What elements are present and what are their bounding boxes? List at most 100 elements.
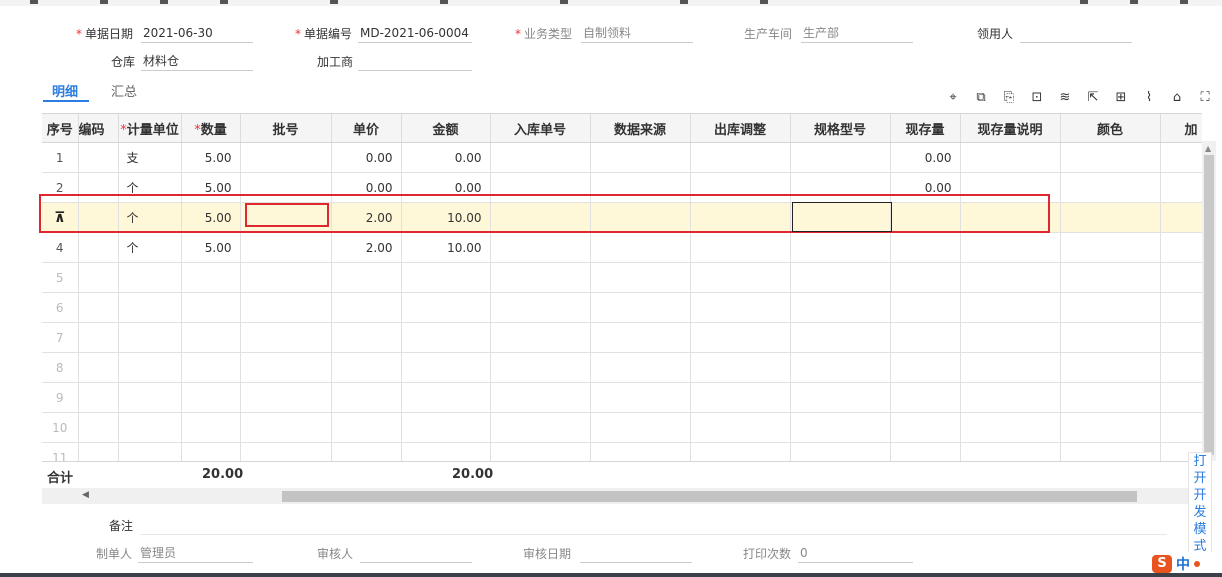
grid-cell[interactable] <box>590 232 691 263</box>
cell-price[interactable] <box>331 292 402 323</box>
column-header[interactable]: *数量 <box>181 114 241 143</box>
column-header[interactable]: 数据来源 <box>590 114 691 143</box>
grid-cell[interactable] <box>490 382 591 413</box>
cell-price[interactable] <box>331 262 402 293</box>
grid-cell[interactable] <box>78 262 119 293</box>
cell-qty[interactable]: 5.00 <box>181 232 241 263</box>
table-row[interactable]: 5 <box>42 262 1202 293</box>
grid-cell[interactable] <box>1060 412 1161 443</box>
grid-cell[interactable] <box>78 142 119 173</box>
grid-cell[interactable] <box>1060 292 1161 323</box>
grid-cell[interactable] <box>590 412 691 443</box>
row-index[interactable]: 5 <box>42 262 79 293</box>
grid-cell[interactable] <box>690 322 791 353</box>
cell-unit[interactable]: 个 <box>118 232 182 263</box>
cell-qty[interactable] <box>181 322 241 353</box>
cell-stock[interactable] <box>890 232 961 263</box>
scroll-left-icon[interactable]: ◀ <box>82 490 89 500</box>
paste-icon[interactable]: ⎘ <box>1000 89 1018 107</box>
ruler-icon[interactable]: ⌇ <box>1140 89 1158 107</box>
column-header[interactable]: *计量单位 <box>118 114 182 143</box>
grid-cell[interactable] <box>590 142 691 173</box>
picker-field[interactable] <box>1020 24 1132 43</box>
grid-cell[interactable] <box>790 442 891 462</box>
column-header[interactable]: 出库调整 <box>690 114 791 143</box>
grid-cell[interactable] <box>1160 172 1202 203</box>
grid-cell[interactable] <box>1160 202 1202 233</box>
grid-cell[interactable] <box>960 412 1061 443</box>
cell-price[interactable] <box>331 322 402 353</box>
grid-cell[interactable] <box>1060 232 1161 263</box>
grid-cell[interactable] <box>960 382 1061 413</box>
scroll-up-icon[interactable]: ▲ <box>1205 144 1211 153</box>
cell-price[interactable]: 2.00 <box>331 232 402 263</box>
row-index[interactable]: 4 <box>42 232 79 263</box>
cell-unit[interactable] <box>118 442 182 462</box>
grid-cell[interactable] <box>790 352 891 383</box>
cell-price[interactable] <box>331 352 402 383</box>
cell-batch[interactable] <box>240 232 332 263</box>
grid-cell[interactable] <box>1060 352 1161 383</box>
cell-unit[interactable]: 支 <box>118 142 182 173</box>
grid-cell[interactable] <box>690 262 791 293</box>
grid-cell[interactable] <box>490 292 591 323</box>
table-row[interactable]: 10 <box>42 412 1202 443</box>
grid-cell[interactable] <box>1160 142 1202 173</box>
grid-cell[interactable] <box>590 322 691 353</box>
date-field[interactable]: 2021-06-30 <box>141 24 253 43</box>
cell-qty[interactable] <box>181 352 241 383</box>
cell-qty[interactable]: 5.00 <box>181 142 241 173</box>
table-row[interactable]: 6 <box>42 292 1202 323</box>
cell-stock[interactable] <box>890 352 961 383</box>
grid-cell[interactable] <box>1160 412 1202 443</box>
grid-cell[interactable] <box>1060 202 1161 233</box>
column-header[interactable]: 序号 <box>42 114 79 143</box>
column-header[interactable]: 加 <box>1160 114 1202 143</box>
table-row[interactable]: 8 <box>42 352 1202 383</box>
table-row[interactable]: 11 <box>42 442 1202 462</box>
cell-batch[interactable] <box>240 382 332 413</box>
cell-stock[interactable] <box>890 322 961 353</box>
grid-cell[interactable] <box>690 292 791 323</box>
cell-batch[interactable] <box>240 352 332 383</box>
column-header[interactable]: 编码 <box>78 114 119 143</box>
row-index[interactable]: 11 <box>42 442 79 462</box>
location-icon[interactable]: ⌖ <box>944 89 962 107</box>
grid-cell[interactable] <box>690 382 791 413</box>
grid-cell[interactable] <box>78 442 119 462</box>
grid-cell[interactable] <box>490 142 591 173</box>
column-header[interactable]: 现存量说明 <box>960 114 1061 143</box>
grid-cell[interactable] <box>790 412 891 443</box>
grid-cell[interactable] <box>690 442 791 462</box>
table-row[interactable]: 9 <box>42 382 1202 413</box>
grid-cell[interactable] <box>1060 262 1161 293</box>
grid-cell[interactable] <box>790 232 891 263</box>
cell-batch[interactable] <box>240 292 332 323</box>
cell-unit[interactable] <box>118 322 182 353</box>
cell-unit[interactable] <box>118 382 182 413</box>
grid-cell[interactable] <box>490 322 591 353</box>
export-icon[interactable]: ⇱ <box>1084 89 1102 107</box>
grid-cell[interactable] <box>790 142 891 173</box>
row-index[interactable]: 1 <box>42 142 79 173</box>
cell-batch[interactable] <box>240 142 332 173</box>
grid-cell[interactable] <box>1160 352 1202 383</box>
grid-cell[interactable] <box>490 412 591 443</box>
grid-cell[interactable] <box>78 352 119 383</box>
column-header[interactable]: 金额 <box>401 114 491 143</box>
grid-cell[interactable] <box>960 352 1061 383</box>
cell-batch[interactable] <box>240 442 332 462</box>
biz-type-field[interactable]: 自制领料 <box>581 24 693 43</box>
grid-cell[interactable] <box>1060 172 1161 203</box>
grid-cell[interactable] <box>590 262 691 293</box>
grid-cell[interactable] <box>590 382 691 413</box>
grid-cell[interactable] <box>960 262 1061 293</box>
row-index[interactable]: 10 <box>42 412 79 443</box>
cell-amount[interactable]: 0.00 <box>401 142 491 173</box>
cell-batch[interactable] <box>240 322 332 353</box>
grid-cell[interactable] <box>690 352 791 383</box>
remark-field[interactable] <box>140 516 1167 535</box>
cell-stock[interactable] <box>890 412 961 443</box>
cell-amount[interactable] <box>401 322 491 353</box>
format-icon[interactable]: ≋ <box>1056 89 1074 107</box>
